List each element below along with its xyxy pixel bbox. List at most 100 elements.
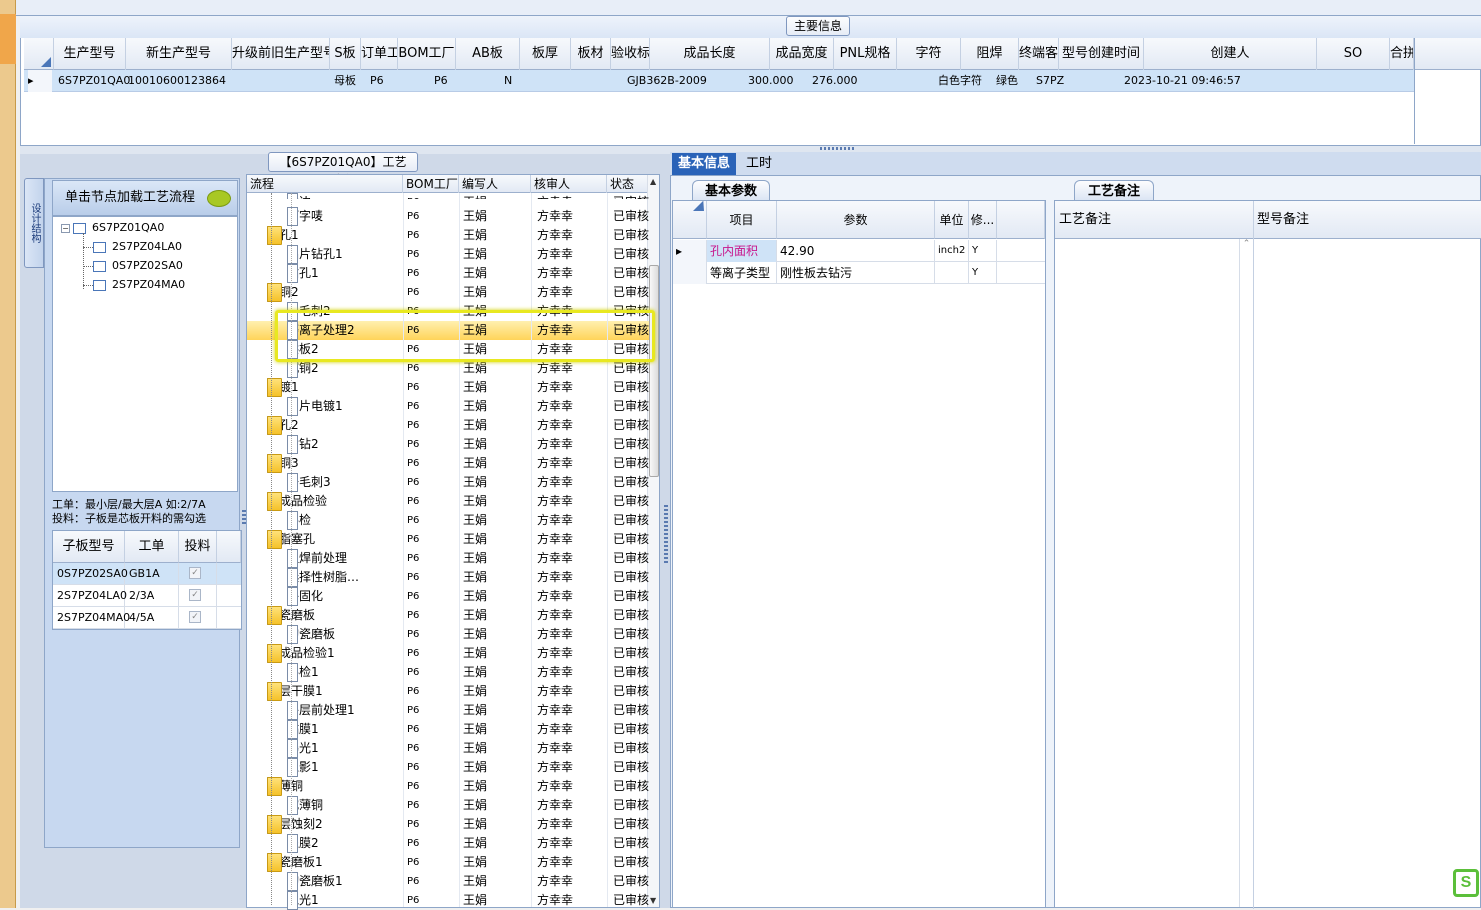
main-col-header[interactable]: 字符: [897, 38, 961, 70]
left-splitter-grip[interactable]: [242, 510, 246, 524]
main-col-header[interactable]: AB板: [456, 38, 520, 70]
param-value[interactable]: 刚性板去钻污: [777, 262, 935, 284]
param-col-header[interactable]: 修...: [969, 201, 997, 239]
flow-row[interactable]: −沉铜2 P6 王娟 方幸幸 已审核: [247, 283, 649, 302]
main-col-header[interactable]: 阻焊: [961, 38, 1019, 70]
flow-col-header[interactable]: 编写人: [459, 175, 531, 193]
tree-node[interactable]: 0S7PZ02SA0: [93, 257, 183, 275]
flow-row[interactable]: −半成品检验1 P6 王娟 方幸幸 已审核: [247, 644, 649, 663]
flow-row[interactable]: 背钻2 P6 王娟 方幸幸 已审核: [247, 435, 649, 454]
flow-row[interactable]: −半成品检验 P6 王娟 方幸幸 已审核: [247, 492, 649, 511]
flow-row[interactable]: 减薄铜 P6 王娟 方幸幸 已审核: [247, 796, 649, 815]
flow-row[interactable]: 显影1 P6 王娟 方幸幸 已审核: [247, 758, 649, 777]
scroll-thumb[interactable]: [649, 265, 659, 477]
main-col-header[interactable]: 创建人: [1144, 38, 1317, 70]
flow-row[interactable]: −钻孔2 P6 王娟 方幸幸 已审核: [247, 416, 649, 435]
collapse-icon[interactable]: −: [61, 223, 70, 233]
checkbox-icon[interactable]: ✓: [189, 611, 201, 623]
subtab-basic-params[interactable]: 基本参数: [692, 180, 770, 202]
param-row[interactable]: ▸ 孔内面积 42.90 inch2 Y: [673, 240, 1045, 262]
param-col-header[interactable]: 项目: [707, 201, 777, 239]
flow-row[interactable]: 去毛刺3 P6 王娟 方幸幸 已审核: [247, 473, 649, 492]
node-checkbox-icon[interactable]: [93, 279, 106, 291]
param-col-header[interactable]: 单位: [935, 201, 969, 239]
main-col-header[interactable]: 新生产型号: [126, 38, 232, 70]
main-col-header[interactable]: SO: [1317, 38, 1390, 70]
flow-row[interactable]: 铝片钻孔1 P6 王娟 方幸幸 已审核: [247, 245, 649, 264]
tree-node[interactable]: 2S7PZ04MA0: [93, 276, 185, 294]
tab-basic-info[interactable]: 基本信息: [672, 153, 737, 175]
main-col-header[interactable]: 订单工厂: [361, 38, 398, 70]
sub-col-header[interactable]: 子板型号: [53, 531, 125, 563]
flow-row[interactable]: −电镀1 P6 王娟 方幸幸 已审核: [247, 378, 649, 397]
flow-row[interactable]: 选择性树脂… P6 王娟 方幸幸 已审核: [247, 568, 649, 587]
param-row[interactable]: 等离子类型 刚性板去钻污 Y: [673, 262, 1045, 284]
flow-row[interactable]: 钻孔1 P6 王娟 方幸幸 已审核: [247, 264, 649, 283]
scroll-down-icon[interactable]: ▼: [650, 896, 656, 905]
flow-row[interactable]: 半检1 P6 王娟 方幸幸 已审核: [247, 663, 649, 682]
flow-row[interactable]: −外层干膜1 P6 王娟 方幸幸 已审核: [247, 682, 649, 701]
main-col-header[interactable]: 型号创建时间: [1059, 38, 1144, 70]
flow-row[interactable]: −外层蚀刻2 P6 王娟 方幸幸 已审核: [247, 815, 649, 834]
flow-row[interactable]: −陶瓷磨板1 P6 王娟 方幸幸 已审核: [247, 853, 649, 872]
main-col-header[interactable]: S板: [330, 38, 361, 70]
main-col-header[interactable]: 升级前旧生产型号: [232, 38, 330, 70]
flow-col-header[interactable]: 流程: [247, 175, 403, 193]
param-col-header[interactable]: 参数: [777, 201, 935, 239]
main-col-header[interactable]: 成品长度: [650, 38, 770, 70]
main-col-header[interactable]: 验收标准: [611, 38, 650, 70]
main-col-header[interactable]: 生产型号: [54, 38, 126, 70]
flow-row[interactable]: 负片电镀1 P6 王娟 方幸幸 已审核: [247, 397, 649, 416]
param-value[interactable]: 42.90: [777, 240, 935, 262]
checkbox-icon[interactable]: ✓: [189, 589, 201, 601]
main-col-header[interactable]: 合拼型号: [1390, 38, 1414, 70]
mid-splitter-grip[interactable]: [664, 505, 668, 565]
main-grid-row[interactable]: ▸ 6S7PZ01QA0 10010600123864 母板 P6 P6 N GJB362B-…: [24, 70, 1415, 92]
flow-row[interactable]: −钻孔1 P6 王娟 方幸幸 已审核: [247, 226, 649, 245]
design-structure-tab[interactable]: 设计结构: [24, 178, 44, 268]
flow-col-header[interactable]: 核审人: [531, 175, 607, 193]
sub-row[interactable]: 2S7PZ04MA0 4/5A ✓: [53, 607, 241, 629]
flow-row[interactable]: 抛光1 P6 王娟 方幸幸 已审核: [247, 891, 649, 910]
sub-row[interactable]: 2S7PZ04LA0 2/3A ✓: [53, 585, 241, 607]
flow-col-header[interactable]: 状态: [607, 175, 649, 193]
tree-node[interactable]: − 6S7PZ01QA0: [61, 219, 164, 237]
flow-row[interactable]: 陶瓷磨板 P6 王娟 方幸幸 已审核: [247, 625, 649, 644]
sub-cell-feed[interactable]: ✓: [179, 607, 217, 629]
flow-row[interactable]: 半检 P6 王娟 方幸幸 已审核: [247, 511, 649, 530]
tree-node[interactable]: 2S7PZ04LA0: [93, 238, 182, 256]
main-col-header[interactable]: 终端客户代码: [1019, 38, 1059, 70]
node-checkbox-icon[interactable]: [93, 241, 106, 253]
flow-row[interactable]: 外层前处理1 P6 王娟 方幸幸 已审核: [247, 701, 649, 720]
main-col-header[interactable]: 板材: [571, 38, 611, 70]
flow-row[interactable]: −减薄铜 P6 王娟 方幸幸 已审核: [247, 777, 649, 796]
flow-row[interactable]: 曝光1 P6 王娟 方幸幸 已审核: [247, 739, 649, 758]
sub-row[interactable]: 0S7PZ02SA0 GB1A ✓: [53, 563, 241, 585]
main-col-header[interactable]: 板厚: [520, 38, 571, 70]
checkbox-icon[interactable]: ✓: [189, 567, 201, 579]
main-col-header[interactable]: 成品宽度: [770, 38, 834, 70]
node-checkbox-icon[interactable]: [73, 222, 86, 234]
scroll-up-icon[interactable]: ▲: [650, 177, 656, 186]
flow-row[interactable]: −陶瓷磨板 P6 王娟 方幸幸 已审核: [247, 606, 649, 625]
flow-row[interactable]: −树脂塞孔 P6 王娟 方幸幸 已审核: [247, 530, 649, 549]
flow-row[interactable]: −沉铜3 P6 王娟 方幸幸 已审核: [247, 454, 649, 473]
sub-cell-feed[interactable]: ✓: [179, 563, 217, 585]
sub-col-header[interactable]: 工单: [125, 531, 179, 563]
sub-col-header[interactable]: 投料: [179, 531, 217, 563]
main-col-header[interactable]: PNL规格: [834, 38, 897, 70]
subtab-process-notes[interactable]: 工艺备注: [1074, 180, 1154, 202]
note-scrollbar[interactable]: ⌃: [1239, 239, 1253, 907]
flow-row[interactable]: 贴膜1 P6 王娟 方幸幸 已审核: [247, 720, 649, 739]
sub-cell-feed[interactable]: ✓: [179, 585, 217, 607]
flow-row[interactable]: 铣边 P6王娟 方幸幸 已审核: [247, 193, 649, 199]
flow-row[interactable]: 打字唛 P6 王娟 方幸幸 已审核: [247, 207, 649, 226]
flow-col-header[interactable]: BOM工厂: [403, 175, 459, 193]
flow-row[interactable]: 终固化 P6 王娟 方幸幸 已审核: [247, 587, 649, 606]
node-checkbox-icon[interactable]: [93, 260, 106, 272]
tab-hours[interactable]: 工时: [740, 153, 778, 175]
load-flow-hint[interactable]: 单击节点加载工艺流程: [52, 180, 238, 216]
flow-row[interactable]: 阻焊前处理 P6 王娟 方幸幸 已审核: [247, 549, 649, 568]
flow-row[interactable]: 退膜2 P6 王娟 方幸幸 已审核: [247, 834, 649, 853]
flow-row[interactable]: 陶瓷磨板1 P6 王娟 方幸幸 已审核: [247, 872, 649, 891]
